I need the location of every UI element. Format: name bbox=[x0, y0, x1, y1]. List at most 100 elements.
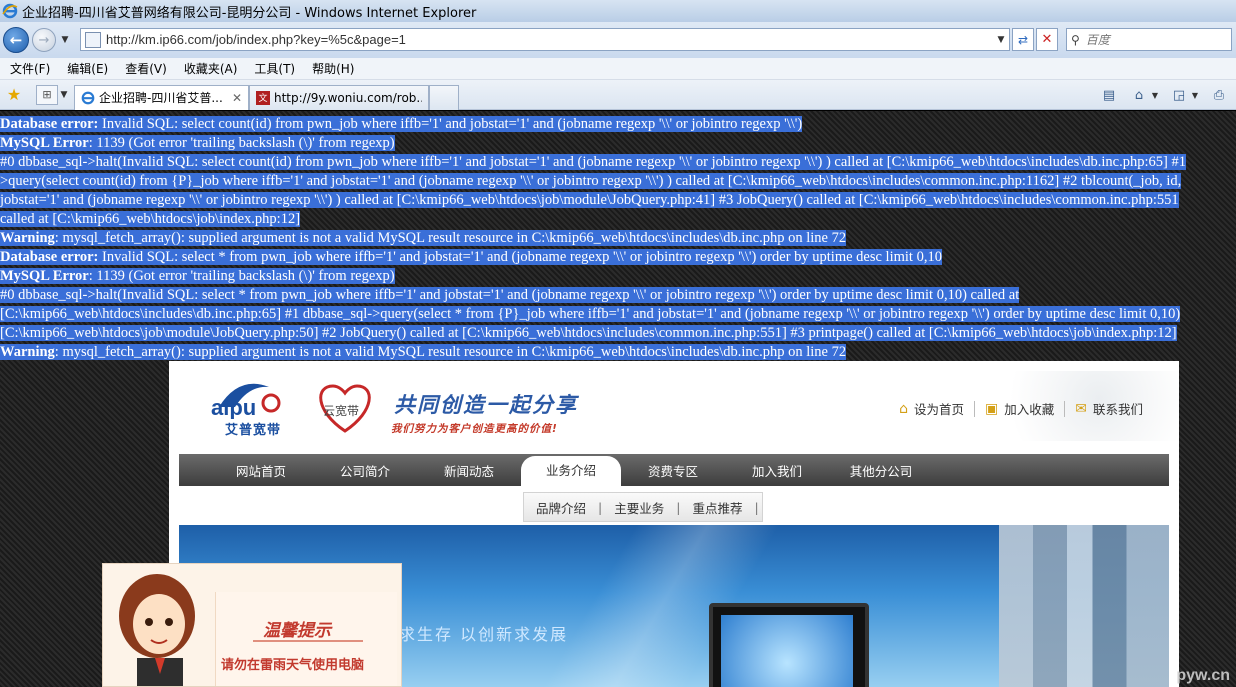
error-text: [C:\kmip66_web\htdocs\job\module\JobQuer… bbox=[0, 325, 1177, 341]
quick-tabs-icon[interactable]: ⊞ bbox=[36, 84, 58, 105]
error-text: Invalid SQL: select * from pwn_job where… bbox=[98, 249, 942, 265]
home-icon[interactable]: ⌂ bbox=[1128, 86, 1150, 104]
error-text: called at [C:\kmip66_web\htdocs\job\inde… bbox=[0, 211, 301, 227]
svg-text:aipu: aipu bbox=[211, 395, 256, 419]
home-icon: ⌂ bbox=[899, 400, 908, 417]
window-titlebar: 企业招聘-四川省艾普网络有限公司-昆明分公司 - Windows Interne… bbox=[0, 0, 1236, 22]
error-text: jobstat='1' and (jobname regexp '\\' or … bbox=[0, 192, 1179, 208]
tab-job-page[interactable]: 企业招聘-四川省艾普... ✕ bbox=[74, 84, 249, 110]
error-label: MySQL Error bbox=[0, 135, 89, 151]
site-slogan-sub: 我们努力为客户创造更高的价值! bbox=[391, 423, 558, 435]
site-nav-item[interactable]: 加入我们 bbox=[725, 461, 829, 480]
back-button[interactable]: ← bbox=[3, 27, 29, 53]
error-line: [C:\kmip66_web\htdocs\includes\db.inc.ph… bbox=[0, 305, 1236, 324]
popup-message: 请勿在雷雨天气使用电脑 bbox=[221, 658, 365, 673]
site-slogan: 共同创造一起分享 bbox=[394, 392, 578, 417]
menu-file[interactable]: 文件(F) bbox=[10, 60, 50, 77]
refresh-button[interactable]: ⇄ bbox=[1012, 28, 1034, 51]
site-sub-nav: 品牌介绍 | 主要业务 | 重点推荐 | bbox=[523, 492, 763, 522]
favorites-star-icon[interactable]: ★ bbox=[2, 85, 26, 104]
menu-bar: 文件(F) 编辑(E) 查看(V) 收藏夹(A) 工具(T) 帮助(H) bbox=[0, 58, 1236, 80]
search-placeholder: 百度 bbox=[1085, 33, 1110, 47]
cloud-broadband-logo: 云宽带 bbox=[305, 371, 385, 441]
site-nav-item[interactable]: 业务介绍 bbox=[521, 456, 621, 486]
add-favorite-link[interactable]: ▣ 加入收藏 bbox=[975, 399, 1064, 418]
aipu-logo[interactable]: aipu 艾普宽带 bbox=[209, 377, 309, 438]
tab-label: 企业招聘-四川省艾普... bbox=[99, 91, 223, 105]
error-text: : mysql_fetch_array(): supplied argument… bbox=[54, 344, 847, 360]
window-title: 企业招聘-四川省艾普网络有限公司-昆明分公司 - Windows Interne… bbox=[22, 5, 477, 21]
watermark: pyw.cn bbox=[1176, 667, 1230, 684]
monitor-image bbox=[709, 603, 869, 687]
error-line: Database error: Invalid SQL: select coun… bbox=[0, 115, 1236, 134]
error-line: jobstat='1' and (jobname regexp '\\' or … bbox=[0, 191, 1236, 210]
divider: | bbox=[754, 499, 759, 515]
contact-us-link[interactable]: ✉ 联系我们 bbox=[1065, 399, 1153, 418]
subnav-recommend[interactable]: 重点推荐 bbox=[680, 498, 754, 517]
menu-help[interactable]: 帮助(H) bbox=[312, 60, 354, 77]
menu-tools[interactable]: 工具(T) bbox=[254, 60, 295, 77]
error-line: MySQL Error: 1139 (Got error 'trailing b… bbox=[0, 267, 1236, 286]
contact-us-label: 联系我们 bbox=[1092, 402, 1143, 417]
error-label: Database error: bbox=[0, 249, 99, 265]
subnav-main-business[interactable]: 主要业务 bbox=[602, 498, 676, 517]
site-nav-item[interactable]: 其他分公司 bbox=[829, 461, 933, 480]
tab-label: http://9y.woniu.com/rob... bbox=[274, 90, 422, 105]
rss-dropdown-icon[interactable]: ▼ bbox=[1190, 86, 1200, 104]
warm-tip-popup[interactable]: 温馨提示 请勿在雷雨天气使用电脑 bbox=[102, 563, 402, 687]
favorite-icon: ▣ bbox=[985, 400, 999, 417]
print-icon[interactable]: ⎙ bbox=[1208, 86, 1230, 104]
error-text: [C:\kmip66_web\htdocs\includes\db.inc.ph… bbox=[0, 306, 1181, 322]
tab-bar: ★ ⊞ ▼ 企业招聘-四川省艾普... ✕ 文 http://9y.woniu.… bbox=[0, 80, 1236, 110]
error-line: #0 dbbase_sql->halt(Invalid SQL: select … bbox=[0, 153, 1236, 172]
rss-icon[interactable]: ◲ bbox=[1168, 86, 1190, 104]
site-main-nav: 网站首页 公司简介 新闻动态 业务介绍 资费专区 加入我们 其他分公司 bbox=[179, 454, 1169, 486]
error-line: called at [C:\kmip66_web\htdocs\job\inde… bbox=[0, 210, 1236, 229]
error-text: >query(select count(id) from {P}_job whe… bbox=[0, 173, 1182, 189]
menu-view[interactable]: 查看(V) bbox=[125, 60, 167, 77]
feeds-icon[interactable]: ▤ bbox=[1098, 86, 1120, 104]
search-input[interactable]: ⚲ 百度 bbox=[1066, 28, 1232, 51]
home-dropdown-icon[interactable]: ▼ bbox=[1150, 86, 1160, 104]
history-dropdown-icon[interactable]: ▼ bbox=[58, 35, 72, 45]
site-nav-item[interactable]: 资费专区 bbox=[621, 461, 725, 480]
sql-error-output: Database error: Invalid SQL: select coun… bbox=[0, 115, 1236, 362]
stop-button[interactable]: ✕ bbox=[1036, 28, 1058, 51]
address-dropdown-icon[interactable]: ▼ bbox=[993, 35, 1009, 45]
popup-title: 温馨提示 bbox=[263, 621, 331, 641]
site-nav-item[interactable]: 网站首页 bbox=[209, 461, 313, 480]
city-towers-image bbox=[999, 525, 1169, 687]
tab-list-dropdown-icon[interactable]: ▼ bbox=[58, 90, 70, 100]
error-line: [C:\kmip66_web\htdocs\job\module\JobQuer… bbox=[0, 324, 1236, 343]
site-header: aipu 艾普宽带 云宽带 共同创造一起分享 我们努力为客户创造更高的价值! ⌂… bbox=[169, 361, 1179, 451]
forward-button[interactable]: → bbox=[32, 28, 56, 52]
set-homepage-label: 设为首页 bbox=[913, 402, 964, 417]
error-label: Warning bbox=[0, 230, 55, 246]
site-nav-item[interactable]: 公司简介 bbox=[313, 461, 417, 480]
site-nav-item[interactable]: 新闻动态 bbox=[417, 461, 521, 480]
aipu-logo-mark-icon: aipu bbox=[211, 383, 281, 419]
error-line: MySQL Error: 1139 (Got error 'trailing b… bbox=[0, 134, 1236, 153]
error-line: Warning: mysql_fetch_array(): supplied a… bbox=[0, 229, 1236, 248]
heart-logo-icon: 云宽带 bbox=[319, 384, 371, 433]
url-text[interactable]: http://km.ip66.com/job/index.php?key=%5c… bbox=[106, 32, 993, 47]
close-icon[interactable]: ✕ bbox=[232, 91, 242, 105]
svg-text:云宽带: 云宽带 bbox=[323, 403, 359, 418]
error-line: Database error: Invalid SQL: select * fr… bbox=[0, 248, 1236, 267]
address-toolbar: ← → ▼ http://km.ip66.com/job/index.php?k… bbox=[0, 22, 1236, 58]
page-icon bbox=[85, 31, 101, 48]
address-input[interactable]: http://km.ip66.com/job/index.php?key=%5c… bbox=[80, 28, 1010, 51]
error-text: #0 dbbase_sql->halt(Invalid SQL: select … bbox=[0, 287, 1020, 303]
search-icon: ⚲ bbox=[1071, 32, 1080, 47]
set-homepage-link[interactable]: ⌂ 设为首页 bbox=[889, 399, 974, 418]
menu-favorites[interactable]: 收藏夹(A) bbox=[184, 60, 238, 77]
error-line: Warning: mysql_fetch_array(): supplied a… bbox=[0, 343, 1236, 362]
popup-title-underline bbox=[253, 640, 363, 642]
error-text: : 1139 (Got error 'trailing backslash (\… bbox=[88, 135, 395, 151]
logo-text: 艾普宽带 bbox=[225, 423, 282, 438]
add-favorite-label: 加入收藏 bbox=[1004, 402, 1055, 417]
menu-edit[interactable]: 编辑(E) bbox=[67, 60, 108, 77]
new-tab-button[interactable] bbox=[429, 84, 459, 110]
tab-woniu[interactable]: 文 http://9y.woniu.com/rob... bbox=[249, 84, 429, 110]
subnav-brand[interactable]: 品牌介绍 bbox=[524, 498, 598, 517]
